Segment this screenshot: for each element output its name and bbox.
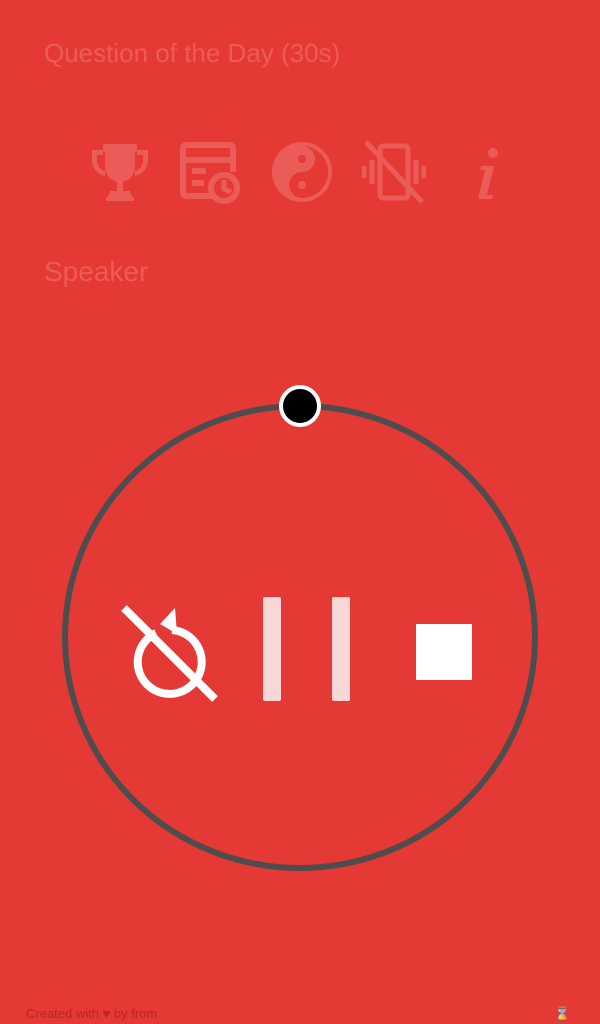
trophy-button[interactable] (88, 140, 152, 204)
pause-button[interactable] (263, 597, 350, 701)
schedule-icon (180, 142, 240, 204)
progress-knob[interactable] (279, 385, 321, 427)
vibration-off-icon (362, 140, 426, 204)
hourglass-icon: ⌛ (554, 1006, 571, 1021)
loop-off-button[interactable] (120, 602, 220, 702)
vibration-off-button[interactable] (362, 140, 426, 204)
schedule-button[interactable] (178, 140, 242, 204)
stop-button[interactable] (416, 624, 472, 680)
info-icon (478, 148, 498, 199)
pause-icon (263, 597, 350, 701)
page-title: Question of the Day (30s) (44, 38, 341, 68)
yin-yang-button[interactable] (270, 140, 334, 204)
info-button[interactable] (456, 140, 520, 204)
yin-yang-icon (272, 142, 332, 202)
footer-from-text: from (131, 1006, 158, 1021)
trophy-icon (92, 144, 148, 201)
footer-created-text: Created with ♥ by (26, 1006, 128, 1021)
speaker-label: Speaker (44, 256, 149, 287)
loop-off-icon (121, 605, 218, 702)
timer-dial (58, 378, 542, 882)
stop-icon (416, 624, 472, 680)
toolbar (0, 140, 600, 204)
footer: Created with ♥ by from (26, 1006, 157, 1021)
